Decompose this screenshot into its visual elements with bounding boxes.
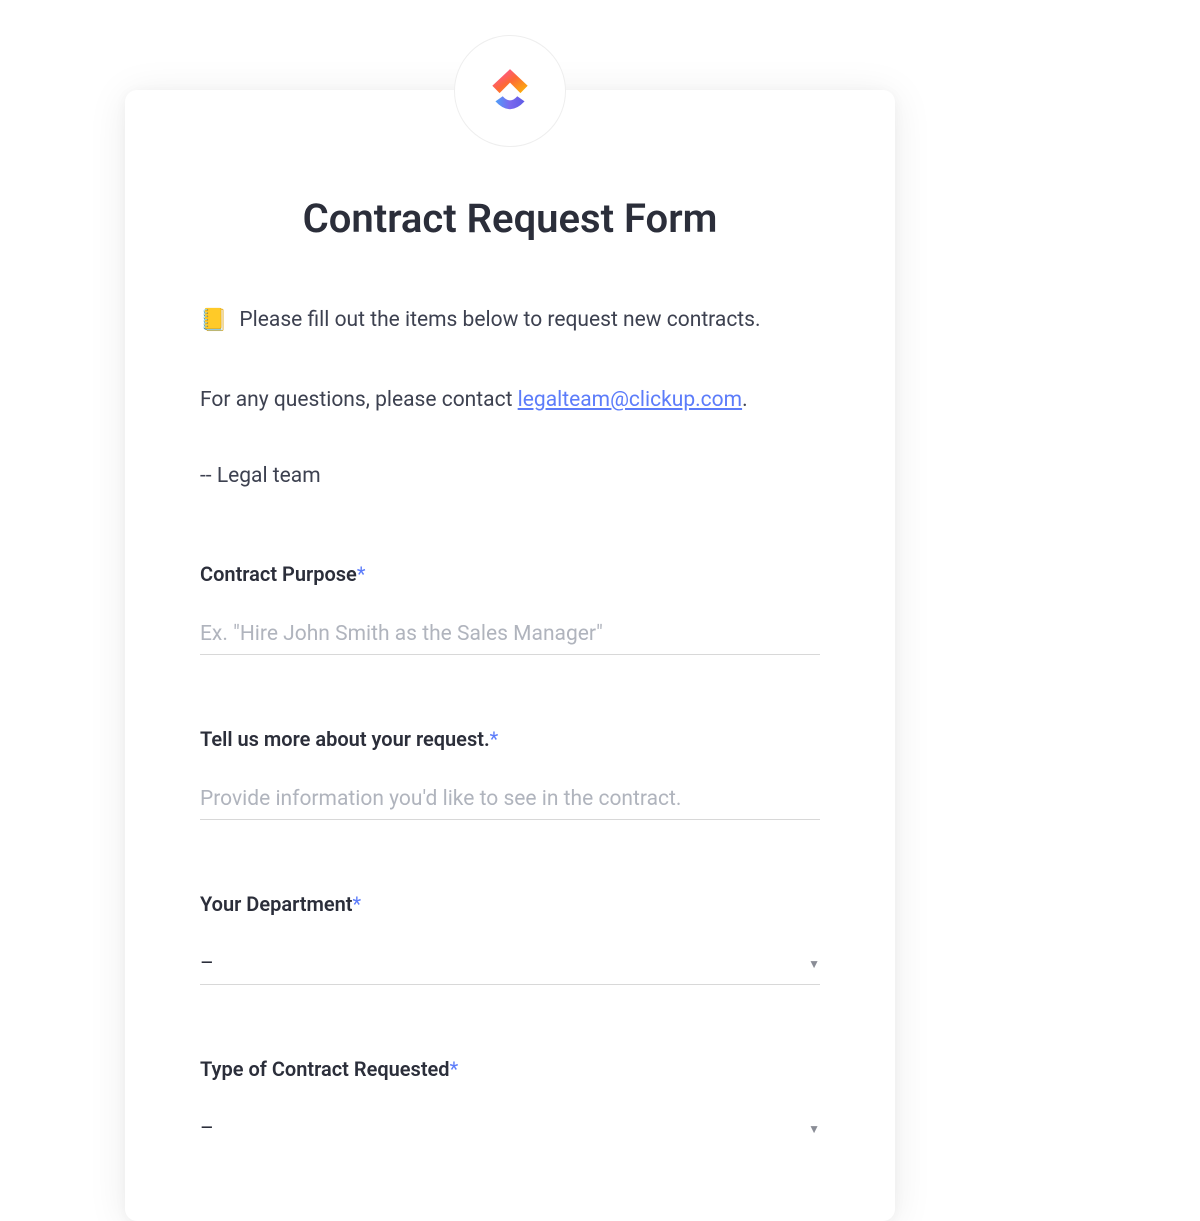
clickup-logo-icon [484, 65, 536, 117]
tell-us-more-input[interactable] [200, 779, 820, 820]
memo-icon: 📒 [200, 304, 227, 337]
department-select[interactable]: – ▼ [200, 944, 820, 985]
chevron-down-icon: ▼ [808, 957, 820, 971]
logo-badge [454, 35, 566, 147]
required-asterisk: * [353, 892, 362, 916]
required-asterisk: * [490, 727, 499, 751]
field-contract-type: Type of Contract Requested* – ▼ [200, 1057, 820, 1149]
intro-line-1: 📒 Please fill out the items below to req… [200, 304, 820, 337]
contract-type-select[interactable]: – ▼ [200, 1109, 820, 1149]
intro-contact-suffix: . [742, 388, 748, 412]
contract-type-label: Type of Contract Requested* [200, 1057, 820, 1081]
chevron-down-icon: ▼ [808, 1122, 820, 1136]
intro-text-block: 📒 Please fill out the items below to req… [200, 304, 820, 492]
department-label: Your Department* [200, 892, 820, 916]
contact-email-link[interactable]: legalteam@clickup.com [518, 388, 742, 412]
field-tell-us-more: Tell us more about your request.* [200, 727, 820, 820]
intro-signature: -- Legal team [200, 461, 820, 493]
intro-line-2: For any questions, please contact legalt… [200, 385, 820, 417]
required-asterisk: * [357, 562, 366, 586]
contract-type-selected-value: – [200, 1117, 214, 1141]
contract-purpose-label: Contract Purpose* [200, 562, 820, 586]
intro-contact-prefix: For any questions, please contact [200, 388, 518, 412]
form-container: Contract Request Form 📒 Please fill out … [125, 90, 895, 1221]
intro-line-1-text: Please fill out the items below to reque… [239, 305, 760, 337]
field-department: Your Department* – ▼ [200, 892, 820, 985]
field-contract-purpose: Contract Purpose* [200, 562, 820, 655]
required-asterisk: * [450, 1057, 459, 1081]
department-selected-value: – [200, 952, 214, 976]
tell-us-more-label: Tell us more about your request.* [200, 727, 820, 751]
contract-purpose-input[interactable] [200, 614, 820, 655]
